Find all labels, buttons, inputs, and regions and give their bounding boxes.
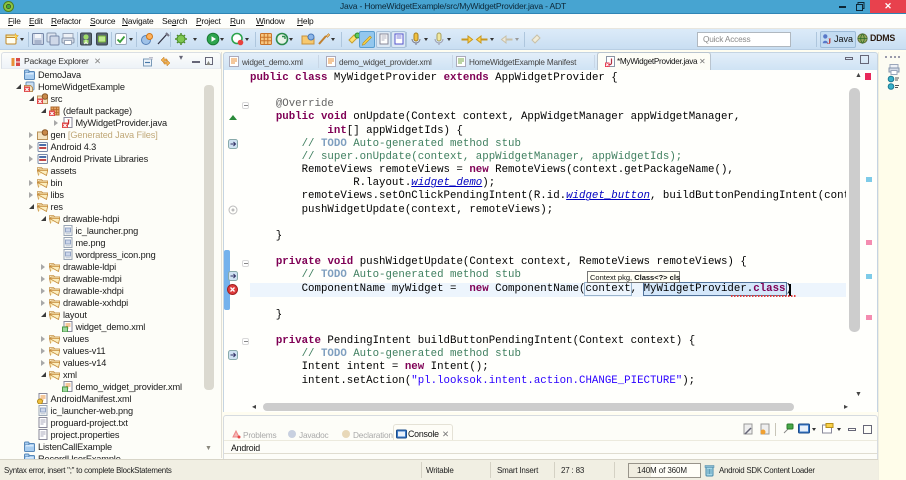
svg-text:J: J [827, 36, 832, 45]
